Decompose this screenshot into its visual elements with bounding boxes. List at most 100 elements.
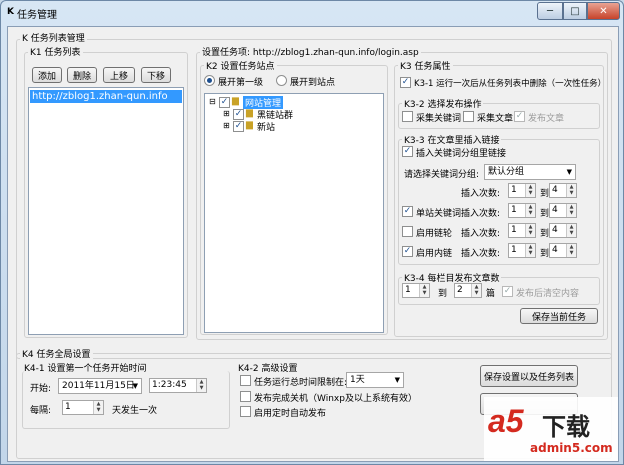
spinner-arrows-icon[interactable]: ▲ ▼ xyxy=(419,284,429,297)
insert-from-spinner[interactable]: 1 ▲ ▼ xyxy=(508,183,536,198)
insert-to-spinner[interactable]: 4 ▲ ▼ xyxy=(549,243,577,258)
single-site-keyword-checkbox[interactable]: ✓ xyxy=(402,206,413,217)
publish-ops-label: K3-2 选择发布操作 xyxy=(402,97,484,110)
spinner-arrows-icon[interactable]: ▲ ▼ xyxy=(566,244,576,257)
save-all-button[interactable]: 保存设置以及任务列表 xyxy=(480,365,578,387)
insert-from-spinner[interactable]: 1 ▲ ▼ xyxy=(508,203,536,218)
enable-internal-link-label: 启用内链 xyxy=(416,249,453,259)
title-bar: K 任务管理 ─ □ ✕ xyxy=(1,1,623,25)
spinner-value: 1 xyxy=(65,402,71,412)
move-up-button[interactable]: 上移 xyxy=(103,67,135,83)
enable-internal-link-checkbox[interactable]: ✓ xyxy=(402,246,413,257)
add-button[interactable]: 添加 xyxy=(32,67,62,83)
task-properties-label: K3 任务属性 xyxy=(398,59,453,72)
site-tree[interactable]: ⊟ ✓ ▆ 网站管理 ⊞ ✓ ▆ 黑链站群 ⊞ ✓ ▆ 新站 xyxy=(204,93,384,333)
spinner-value: 2 xyxy=(457,285,463,295)
insert-to-spinner[interactable]: 4 ▲ ▼ xyxy=(549,183,577,198)
insert-to-spinner[interactable]: 4 ▲ ▼ xyxy=(549,223,577,238)
collect-articles-checkbox[interactable] xyxy=(463,111,474,122)
watermark-text: 下载 xyxy=(542,413,590,441)
global-settings-label: K4 任务全局设置 xyxy=(20,347,93,360)
minimize-button[interactable]: ─ xyxy=(537,2,563,20)
tree-root-checkbox[interactable]: ✓ xyxy=(219,97,230,108)
spinner-arrows-icon[interactable]: ▲ ▼ xyxy=(566,184,576,197)
spinner-value: 4 xyxy=(552,225,558,235)
expand-icon[interactable]: ⊞ xyxy=(223,109,230,118)
collect-keywords-checkbox[interactable] xyxy=(402,111,413,122)
spinner-value: 4 xyxy=(552,185,558,195)
spinner-value: 1 xyxy=(511,205,517,215)
single-site-keyword-label: 单站关键词 xyxy=(416,209,462,219)
close-button[interactable]: ✕ xyxy=(587,2,620,20)
spinner-arrows-icon[interactable]: ▲ ▼ xyxy=(566,204,576,217)
keyword-group-value: 默认分组 xyxy=(488,167,525,177)
move-down-button[interactable]: 下移 xyxy=(141,67,171,83)
spinner-arrows-icon[interactable]: ▲ ▼ xyxy=(471,284,481,297)
expand-icon[interactable]: ⊞ xyxy=(223,121,230,130)
spinner-arrows-icon[interactable]: ▲ ▼ xyxy=(196,379,206,392)
task-settings-label: 设置任务项: http://zblog1.zhan-qun.info/login… xyxy=(200,45,421,58)
start-time-spinner[interactable]: 1:23:45 ▲ ▼ xyxy=(149,378,207,393)
to-label: 到 xyxy=(438,289,448,299)
one-time-task-checkbox[interactable]: ✓ xyxy=(400,77,411,88)
spinner-value: 4 xyxy=(552,245,558,255)
spinner-arrows-icon[interactable]: ▲ ▼ xyxy=(525,184,535,197)
tree-child-checkbox[interactable]: ✓ xyxy=(233,121,244,132)
insert-from-spinner[interactable]: 1 ▲ ▼ xyxy=(508,243,536,258)
interval-label: 每隔: xyxy=(30,406,52,416)
watermark-url: admin5.com xyxy=(530,441,613,455)
spinner-arrows-icon[interactable]: ▲ ▼ xyxy=(525,244,535,257)
expand-site-label: 展开到站点 xyxy=(290,78,336,88)
maximize-button[interactable]: □ xyxy=(563,2,587,20)
insert-count-label: 插入次数: xyxy=(461,189,501,199)
autostart-checkbox[interactable] xyxy=(240,406,251,417)
delete-button[interactable]: 删除 xyxy=(67,67,97,83)
shutdown-label: 发布完成关机（Winxp及以上系统有效） xyxy=(254,394,417,404)
expand-site-radio[interactable] xyxy=(276,75,287,86)
spinner-arrows-icon[interactable]: ▲ ▼ xyxy=(93,401,103,414)
spinner-arrows-icon[interactable]: ▲ ▼ xyxy=(525,204,535,217)
save-current-task-button[interactable]: 保存当前任务 xyxy=(520,308,598,324)
to-label: 到 xyxy=(540,249,550,259)
spinner-value: 1 xyxy=(511,185,517,195)
to-label: 到 xyxy=(540,229,550,239)
dropdown-arrow-icon: ▼ xyxy=(566,168,572,176)
insert-count-label: 插入次数: xyxy=(461,209,501,219)
start-date-value: 2011年11月15日 xyxy=(62,381,135,391)
insert-count-label: 插入次数: xyxy=(461,249,501,259)
articles-from-spinner[interactable]: 1 ▲ ▼ xyxy=(402,283,430,298)
dropdown-arrow-icon: ▼ xyxy=(394,376,400,384)
spinner-arrows-icon[interactable]: ▲ ▼ xyxy=(566,224,576,237)
collapse-icon[interactable]: ⊟ xyxy=(209,97,216,106)
expand-first-radio[interactable] xyxy=(204,75,215,86)
keyword-group-select[interactable]: 默认分组 ▼ xyxy=(484,164,576,180)
insert-to-spinner[interactable]: 4 ▲ ▼ xyxy=(549,203,577,218)
tree-child-checkbox[interactable]: ✓ xyxy=(233,109,244,120)
time-limit-select[interactable]: 1天 ▼ xyxy=(346,372,404,388)
task-list-management-label: K 任务列表管理 xyxy=(20,31,87,44)
clear-after-publish-label: 发布后清空内容 xyxy=(516,289,580,299)
spinner-arrows-icon[interactable]: ▲ ▼ xyxy=(525,224,535,237)
insert-group-link-checkbox[interactable]: ✓ xyxy=(402,146,413,157)
enable-link-wheel-checkbox[interactable] xyxy=(402,226,413,237)
list-item[interactable]: http://zblog1.zhan-qun.info xyxy=(30,90,182,103)
task-listbox[interactable]: http://zblog1.zhan-qun.info xyxy=(28,87,184,335)
watermark-logo: a5 xyxy=(488,403,524,439)
folder-icon: ▆ xyxy=(232,96,239,106)
spinner-value: 1:23:45 xyxy=(152,380,187,390)
window-title: 任务管理 xyxy=(17,10,57,21)
start-date-picker[interactable]: 2011年11月15日 ▼ xyxy=(58,378,142,394)
advanced-settings-label: K4-2 高级设置 xyxy=(238,364,298,374)
unit-label: 篇 xyxy=(486,289,496,299)
expand-first-label: 展开第一级 xyxy=(218,78,264,88)
interval-unit: 天发生一次 xyxy=(112,406,158,416)
interval-spinner[interactable]: 1 ▲ ▼ xyxy=(62,400,104,415)
task-list-label: K1 任务列表 xyxy=(28,45,83,58)
app-icon: K xyxy=(7,7,14,17)
tree-child-label[interactable]: 新站 xyxy=(257,120,275,133)
shutdown-checkbox[interactable] xyxy=(240,391,251,402)
articles-to-spinner[interactable]: 2 ▲ ▼ xyxy=(454,283,482,298)
insert-from-spinner[interactable]: 1 ▲ ▼ xyxy=(508,223,536,238)
time-limit-checkbox[interactable] xyxy=(240,375,251,386)
insert-count-label: 插入次数: xyxy=(461,229,501,239)
